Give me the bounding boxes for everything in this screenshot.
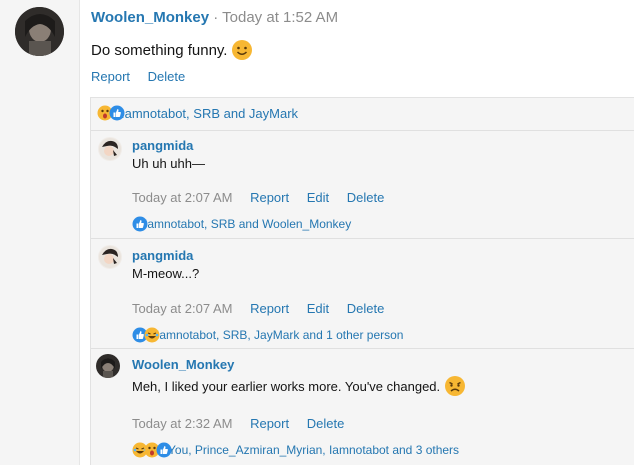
avatar[interactable] bbox=[15, 7, 64, 56]
delete-button[interactable]: Delete bbox=[307, 416, 345, 431]
reply-reactions[interactable]: Iamnotabot, SRB and Woolen_Monkey bbox=[132, 216, 351, 232]
delete-button[interactable]: Delete bbox=[347, 301, 385, 316]
reply-text: Meh, I liked your earlier works more. Yo… bbox=[132, 375, 466, 397]
reply-username[interactable]: Woolen_Monkey bbox=[132, 357, 234, 372]
reply-timestamp[interactable]: Today at 2:07 AM bbox=[132, 301, 232, 316]
divider bbox=[91, 238, 634, 239]
delete-button[interactable]: Delete bbox=[148, 69, 186, 84]
avatar[interactable] bbox=[98, 245, 122, 269]
reply-body: M-meow...? bbox=[132, 266, 200, 281]
reply-reactions-summary[interactable]: You, Prince_Azmiran_Myrian, Iamnotabot a… bbox=[168, 443, 459, 457]
post-reactions[interactable]: Iamnotabot, SRB and JayMark bbox=[97, 104, 298, 122]
post-body: Do something funny. bbox=[91, 41, 228, 59]
avatar[interactable] bbox=[96, 354, 120, 378]
like-reaction-icon bbox=[109, 105, 125, 121]
report-button[interactable]: Report bbox=[250, 190, 289, 205]
separator: · bbox=[213, 9, 219, 26]
post-timestamp[interactable]: Today at 1:52 AM bbox=[222, 9, 338, 26]
reply-actions: Today at 2:32 AM Report Delete bbox=[132, 416, 358, 431]
post-username[interactable]: Woolen_Monkey bbox=[91, 9, 209, 26]
reply-reactions[interactable]: You, Prince_Azmiran_Myrian, Iamnotabot a… bbox=[132, 442, 459, 458]
post-header: Woolen_Monkey · Today at 1:52 AM bbox=[91, 9, 338, 26]
reply-body: Meh, I liked your earlier works more. Yo… bbox=[132, 378, 441, 394]
edit-button[interactable]: Edit bbox=[307, 190, 329, 205]
post-text: Do something funny. bbox=[91, 39, 253, 61]
reply-actions: Today at 2:07 AM Report Edit Delete bbox=[132, 301, 398, 316]
reply-text: M-meow...? bbox=[132, 266, 199, 281]
sad-emoji-icon bbox=[444, 375, 466, 397]
left-gutter bbox=[0, 0, 80, 465]
divider bbox=[91, 348, 634, 349]
edit-button[interactable]: Edit bbox=[307, 301, 329, 316]
laugh-reaction-icon bbox=[144, 327, 160, 343]
like-reaction-icon bbox=[156, 442, 172, 458]
reply-actions: Today at 2:07 AM Report Edit Delete bbox=[132, 190, 398, 205]
delete-button[interactable]: Delete bbox=[347, 190, 385, 205]
reply-body: Uh uh uhh— bbox=[132, 156, 205, 171]
like-reaction-icon bbox=[132, 216, 148, 232]
post-actions: Report Delete bbox=[91, 69, 199, 84]
reply-timestamp[interactable]: Today at 2:07 AM bbox=[132, 190, 232, 205]
reply-reactions[interactable]: Iamnotabot, SRB, JayMark and 1 other per… bbox=[132, 327, 403, 343]
reply-text: Uh uh uhh— bbox=[132, 156, 205, 171]
smile-emoji-icon bbox=[231, 39, 253, 61]
avatar[interactable] bbox=[98, 137, 122, 161]
reply-reactions-summary[interactable]: Iamnotabot, SRB, JayMark and 1 other per… bbox=[156, 328, 403, 342]
post-reactions-summary[interactable]: Iamnotabot, SRB and JayMark bbox=[121, 106, 298, 121]
reply-username[interactable]: pangmida bbox=[132, 138, 193, 153]
report-button[interactable]: Report bbox=[250, 416, 289, 431]
report-button[interactable]: Report bbox=[91, 69, 130, 84]
reply-timestamp[interactable]: Today at 2:32 AM bbox=[132, 416, 232, 431]
divider bbox=[91, 130, 634, 131]
reply-reactions-summary[interactable]: Iamnotabot, SRB and Woolen_Monkey bbox=[144, 217, 351, 231]
reply-username[interactable]: pangmida bbox=[132, 248, 193, 263]
report-button[interactable]: Report bbox=[250, 301, 289, 316]
